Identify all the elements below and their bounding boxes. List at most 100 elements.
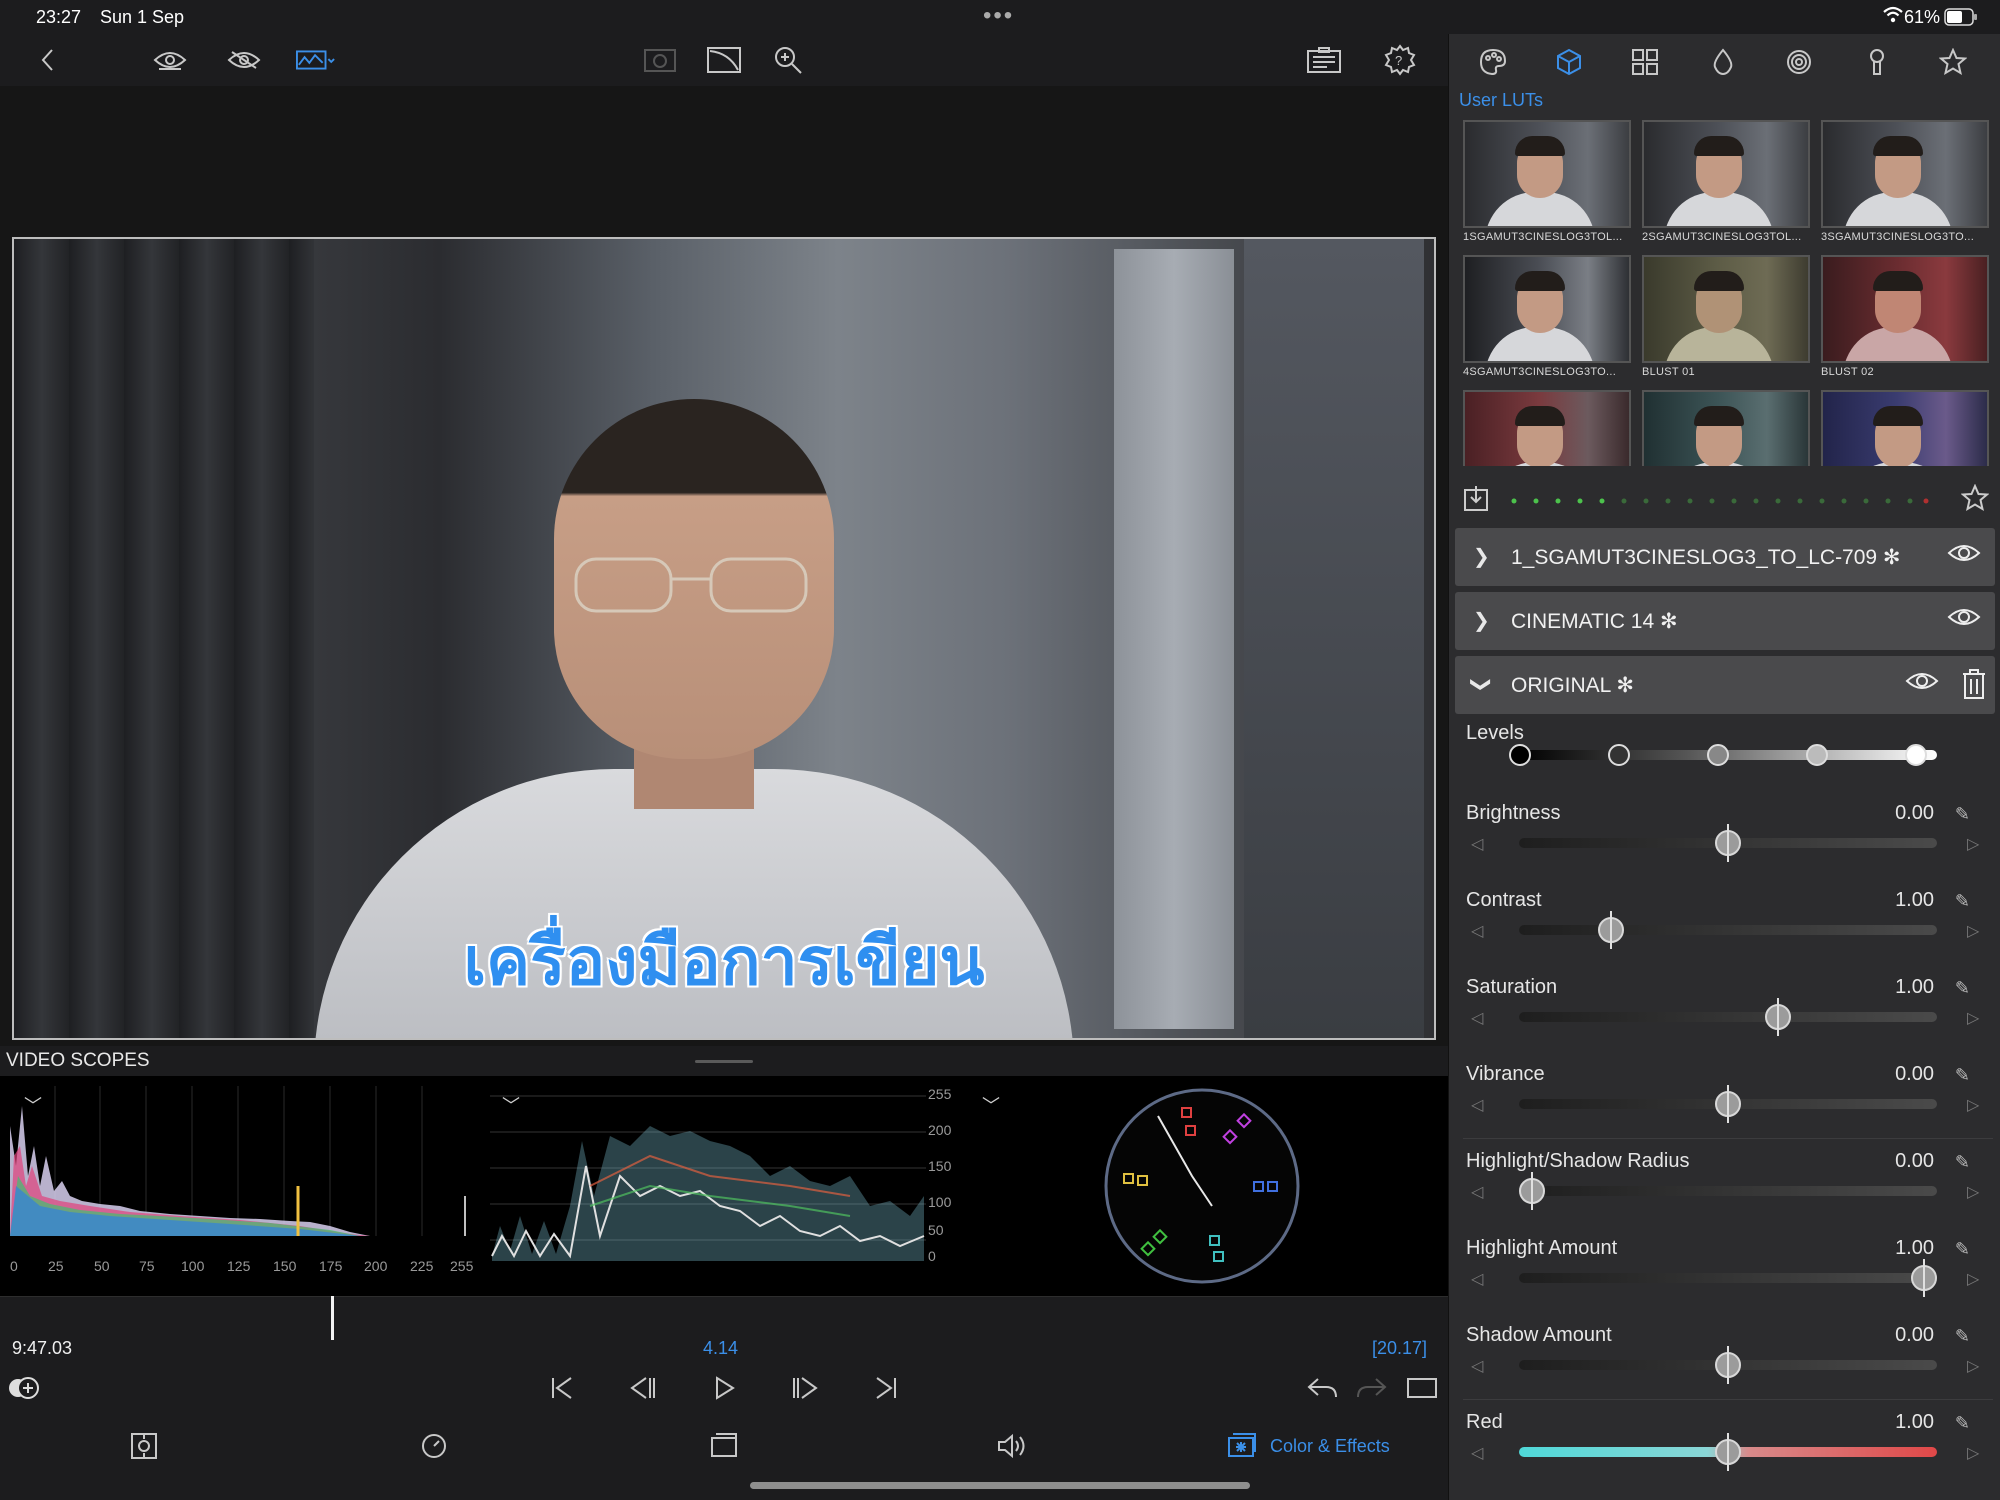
color-effects-tab[interactable]: Color & Effects [1270, 1436, 1390, 1457]
play-icon[interactable] [705, 1370, 745, 1406]
slider-track[interactable] [1519, 1273, 1937, 1283]
adjustment-value[interactable]: 1.00 [1895, 1237, 1934, 1260]
edit-pencil-icon[interactable]: ✎ [1955, 1326, 1970, 1347]
droplet-icon[interactable] [1705, 44, 1741, 80]
layer-row-expanded[interactable]: ❯ ORIGINAL ✻ [1455, 656, 1995, 714]
decrement-arrow-icon[interactable]: ◁ [1471, 834, 1483, 854]
increment-arrow-icon[interactable]: ▷ [1967, 1269, 1979, 1289]
slider-track[interactable] [1519, 1186, 1937, 1196]
adjustment-value[interactable]: 0.00 [1895, 1063, 1934, 1086]
chevron-right-icon[interactable]: ❯ [1473, 544, 1490, 569]
adjustment-value[interactable]: 1.00 [1895, 976, 1934, 999]
playhead[interactable] [331, 1296, 334, 1340]
lut-thumbnail[interactable]: 1SGAMUT3CINESLOG3TOL... [1463, 120, 1631, 243]
add-layer-icon[interactable] [4, 1370, 44, 1406]
decrement-arrow-icon[interactable]: ◁ [1471, 1008, 1483, 1028]
step-back-icon[interactable] [622, 1370, 662, 1406]
favorite-lut-star-icon[interactable] [1960, 483, 1990, 517]
settings-help-gear-icon[interactable]: ? [1380, 42, 1420, 78]
key-mask-icon[interactable] [1859, 44, 1895, 80]
slider-knob[interactable] [1911, 1259, 1938, 1297]
inspector-icon[interactable] [1304, 42, 1344, 78]
waveform-chevron-down-icon[interactable]: ﹀ [502, 1092, 520, 1118]
palette-icon[interactable] [1475, 44, 1511, 80]
slider-knob[interactable] [1518, 1172, 1545, 1210]
color-effects-icon[interactable] [1222, 1428, 1262, 1464]
edit-pencil-icon[interactable]: ✎ [1955, 1065, 1970, 1086]
scopes-drag-handle[interactable] [695, 1060, 753, 1063]
zoom-icon[interactable] [768, 42, 808, 78]
frame-select-icon[interactable] [124, 1428, 164, 1464]
eye-icon[interactable] [1947, 542, 1981, 569]
undo-icon[interactable] [1302, 1370, 1342, 1406]
eye-icon[interactable] [1947, 606, 1981, 633]
lut-thumbnail[interactable]: BLUST 02 [1821, 255, 1989, 378]
levels-black-handle[interactable] [1509, 744, 1531, 766]
trash-icon[interactable] [1961, 668, 1987, 705]
adjustment-value[interactable]: 0.00 [1895, 802, 1934, 825]
step-forward-icon[interactable] [786, 1370, 826, 1406]
lut-thumbnail[interactable]: 4SGAMUT3CINESLOG3TO... [1463, 255, 1631, 378]
lut-page-dots[interactable] [1509, 496, 1929, 506]
edit-pencil-icon[interactable]: ✎ [1955, 1152, 1970, 1173]
decrement-arrow-icon[interactable]: ◁ [1471, 1356, 1483, 1376]
scopes-toggle-icon[interactable] [296, 42, 336, 78]
increment-arrow-icon[interactable]: ▷ [1967, 1182, 1979, 1202]
speed-gauge-icon[interactable] [414, 1428, 454, 1464]
increment-arrow-icon[interactable]: ▷ [1967, 834, 1979, 854]
spiral-icon[interactable] [1781, 44, 1817, 80]
eye-icon[interactable] [150, 42, 190, 78]
lut-thumbnail[interactable] [1642, 390, 1810, 466]
decrement-arrow-icon[interactable]: ◁ [1471, 1269, 1483, 1289]
video-preview[interactable]: เครื่องมือการเขียน [12, 237, 1436, 1040]
import-lut-icon[interactable] [1463, 484, 1489, 517]
chevron-down-icon[interactable]: ❯ [1469, 676, 1494, 693]
lut-thumbnail[interactable]: 3SGAMUT3CINESLOG3TO... [1821, 120, 1989, 243]
slider-knob[interactable] [1715, 1085, 1741, 1123]
camera-overlay-icon[interactable] [640, 42, 680, 78]
curve-frame-icon[interactable] [704, 42, 744, 78]
decrement-arrow-icon[interactable]: ◁ [1471, 1182, 1483, 1202]
adjustment-value[interactable]: 0.00 [1895, 1150, 1934, 1173]
lut-thumbnail[interactable] [1463, 390, 1631, 466]
favorites-star-icon[interactable] [1935, 44, 1971, 80]
eye-slash-icon[interactable] [224, 42, 264, 78]
lut-thumbnail[interactable]: BLUST 01 [1642, 255, 1810, 378]
slider-knob[interactable] [1765, 998, 1792, 1036]
skip-to-end-icon[interactable] [866, 1370, 906, 1406]
chevron-right-icon[interactable]: ❯ [1473, 608, 1490, 633]
aspect-frame-icon[interactable] [1402, 1370, 1442, 1406]
edit-pencil-icon[interactable]: ✎ [1955, 891, 1970, 912]
increment-arrow-icon[interactable]: ▷ [1967, 1008, 1979, 1028]
slider-knob[interactable] [1715, 824, 1741, 862]
transform-crop-icon[interactable] [704, 1428, 744, 1464]
edit-pencil-icon[interactable]: ✎ [1955, 804, 1970, 825]
levels-highlight-handle[interactable] [1806, 744, 1828, 766]
slider-track[interactable] [1519, 925, 1937, 935]
levels-mid-handle[interactable] [1707, 744, 1729, 766]
slider-knob[interactable] [1715, 1433, 1741, 1471]
lut-thumbnail[interactable] [1821, 390, 1989, 466]
decrement-arrow-icon[interactable]: ◁ [1471, 1443, 1483, 1463]
grid-presets-icon[interactable] [1627, 44, 1663, 80]
edit-pencil-icon[interactable]: ✎ [1955, 1413, 1970, 1434]
edit-pencil-icon[interactable]: ✎ [1955, 978, 1970, 999]
multitasking-dots-icon[interactable]: ••• [983, 2, 1014, 30]
adjustment-value[interactable]: 0.00 [1895, 1324, 1934, 1347]
histogram-chevron-down-icon[interactable]: ﹀ [24, 1092, 42, 1118]
slider-knob[interactable] [1715, 1346, 1741, 1384]
slider-knob[interactable] [1597, 911, 1624, 949]
redo-icon[interactable] [1352, 1370, 1392, 1406]
decrement-arrow-icon[interactable]: ◁ [1471, 1095, 1483, 1115]
timeline-scrubber[interactable] [0, 1296, 1448, 1336]
adjustment-value[interactable]: 1.00 [1895, 1411, 1934, 1434]
back-chevron-icon[interactable] [28, 42, 68, 78]
increment-arrow-icon[interactable]: ▷ [1967, 921, 1979, 941]
eye-icon[interactable] [1905, 670, 1939, 697]
audio-speaker-icon[interactable] [992, 1428, 1032, 1464]
skip-to-start-icon[interactable] [542, 1370, 582, 1406]
layer-row[interactable]: ❯ CINEMATIC 14 ✻ [1455, 592, 1995, 650]
slider-track[interactable] [1519, 1012, 1937, 1022]
lut-cube-icon[interactable] [1551, 44, 1587, 80]
layer-row[interactable]: ❯ 1_SGAMUT3CINESLOG3_TO_LC-709 ✻ [1455, 528, 1995, 586]
